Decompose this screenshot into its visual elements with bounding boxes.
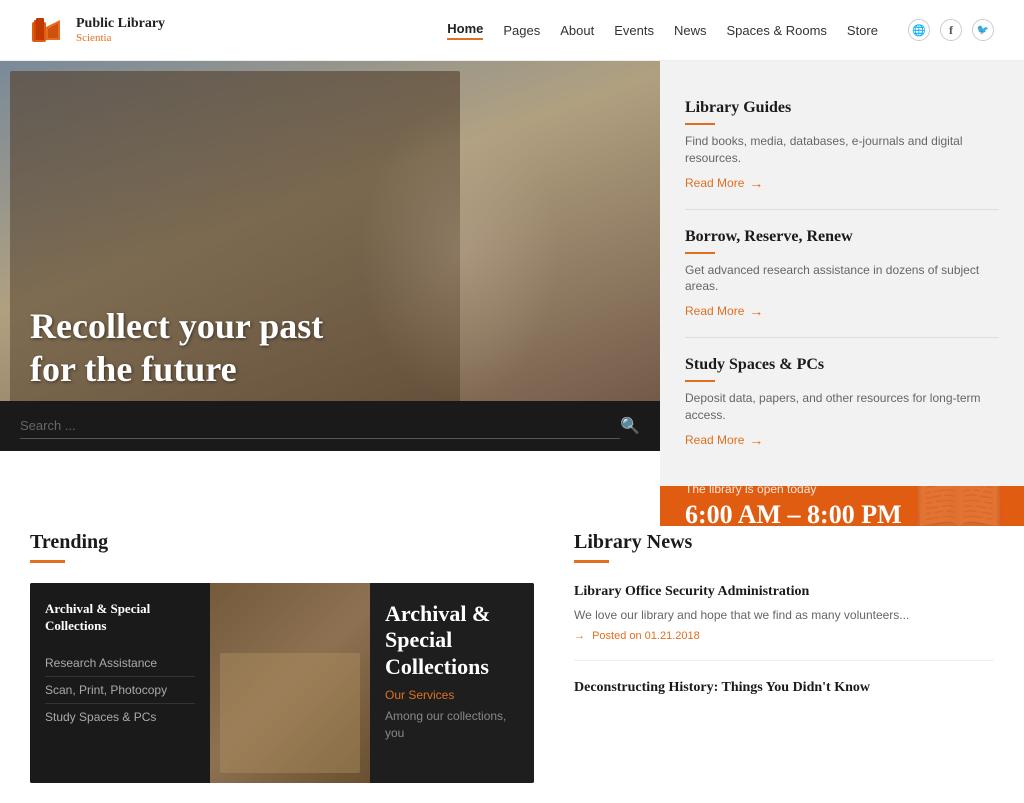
news-title-1[interactable]: Library Office Security Administration [574, 583, 994, 601]
social-links: 🌐 f 🐦 [908, 19, 994, 41]
trending-sidebar-item-2[interactable]: Scan, Print, Photocopy [45, 677, 195, 704]
news-item-2: Deconstructing History: Things You Didn'… [574, 679, 994, 721]
read-more-guides[interactable]: Read More → [685, 175, 999, 191]
trending-underline [30, 560, 65, 563]
news-title: Library News [574, 531, 994, 554]
logo: Public Library Scientia [30, 12, 165, 48]
nav-pages[interactable]: Pages [503, 23, 540, 38]
logo-subtitle: Scientia [76, 32, 165, 44]
panel-underline-2 [685, 252, 715, 254]
nav-events[interactable]: Events [614, 23, 654, 38]
news-arrow-icon: → [574, 630, 585, 642]
news-title-2[interactable]: Deconstructing History: Things You Didn'… [574, 679, 994, 697]
library-news-section: Library News Library Office Security Adm… [574, 531, 994, 783]
panel-title-study: Study Spaces & PCs [685, 356, 999, 374]
hero-line2: for the future [30, 349, 237, 389]
trending-sidebar-item-3[interactable]: Study Spaces & PCs [45, 704, 195, 730]
arrow-icon: → [749, 175, 763, 191]
trending-content: Archival & Special Collections Our Servi… [370, 583, 534, 783]
read-more-borrow[interactable]: Read More → [685, 303, 999, 319]
facebook-icon[interactable]: f [940, 19, 962, 41]
nav-store[interactable]: Store [847, 23, 878, 38]
news-date-1: → Posted on 01.21.2018 [574, 630, 994, 642]
header: Public Library Scientia Home Pages About… [0, 0, 1024, 61]
hero-line1: Recollect your past [30, 306, 323, 346]
twitter-icon[interactable]: 🐦 [972, 19, 994, 41]
trending-content-title: Archival & Special Collections [385, 601, 519, 680]
search-button[interactable]: 🔍 [620, 416, 640, 436]
trending-sidebar-item-1[interactable]: Research Assistance [45, 650, 195, 677]
hero-heading: Recollect your past for the future [30, 305, 323, 391]
info-panel-study: Study Spaces & PCs Deposit data, papers,… [685, 338, 999, 466]
panel-text-study: Deposit data, papers, and other resource… [685, 390, 999, 424]
nav-home[interactable]: Home [447, 21, 483, 40]
nav-about[interactable]: About [560, 23, 594, 38]
info-panel-guides: Library Guides Find books, media, databa… [685, 81, 999, 210]
hero-overlay: Recollect your past for the future [30, 305, 323, 391]
read-more-study[interactable]: Read More → [685, 432, 999, 448]
info-panel-borrow: Borrow, Reserve, Renew Get advanced rese… [685, 210, 999, 339]
hours-panel: The library is open today 6:00 AM – 8:00… [660, 486, 1024, 526]
logo-icon [30, 12, 66, 48]
globe-icon[interactable]: 🌐 [908, 19, 930, 41]
news-text-1: We love our library and hope that we fin… [574, 607, 994, 624]
arrow-icon-2: → [749, 303, 763, 319]
panel-text-borrow: Get advanced research assistance in doze… [685, 262, 999, 296]
nav-news[interactable]: News [674, 23, 707, 38]
panel-underline [685, 123, 715, 125]
trending-section: Trending Archival & Special Collections … [30, 531, 534, 783]
trending-sidebar-title: Archival & Special Collections [45, 601, 195, 635]
arrow-icon-3: → [749, 432, 763, 448]
search-bar: 🔍 [0, 401, 660, 451]
hero-section: Recollect your past for the future 🔍 Lib… [0, 61, 1024, 501]
trending-image [210, 583, 370, 783]
news-item-1: Library Office Security Administration W… [574, 583, 994, 661]
trending-content-subtitle: Our Services [385, 688, 519, 702]
search-input[interactable] [20, 413, 620, 439]
book-bg-icon: 📖 [909, 486, 1009, 526]
hero-image: Recollect your past for the future 🔍 [0, 61, 660, 451]
panel-text-guides: Find books, media, databases, e-journals… [685, 133, 999, 167]
main-nav: Home Pages About Events News Spaces & Ro… [447, 19, 994, 41]
trending-card: Archival & Special Collections Research … [30, 583, 534, 783]
panel-underline-3 [685, 380, 715, 382]
logo-title: Public Library [76, 16, 165, 32]
trending-content-text: Among our collections, you [385, 708, 519, 742]
logo-text: Public Library Scientia [76, 16, 165, 44]
hero-right: Library Guides Find books, media, databa… [660, 61, 1024, 501]
panel-title-guides: Library Guides [685, 99, 999, 117]
trending-sidebar: Archival & Special Collections Research … [30, 583, 210, 783]
panel-title-borrow: Borrow, Reserve, Renew [685, 228, 999, 246]
bottom-section: Trending Archival & Special Collections … [0, 501, 1024, 803]
info-panels: Library Guides Find books, media, databa… [660, 61, 1024, 486]
nav-spaces[interactable]: Spaces & Rooms [726, 23, 826, 38]
trending-title: Trending [30, 531, 534, 554]
news-underline [574, 560, 609, 563]
